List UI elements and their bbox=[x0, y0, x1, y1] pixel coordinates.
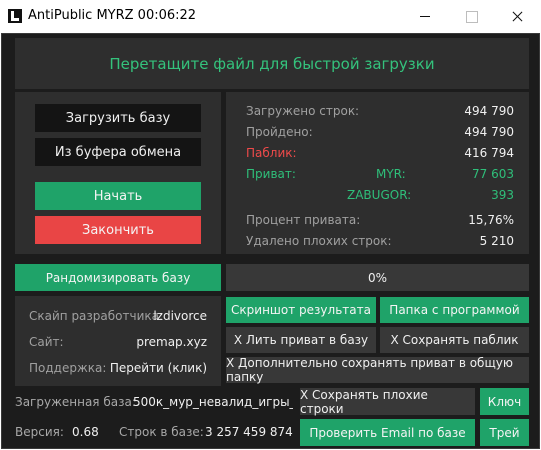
finish-button[interactable]: Закончить bbox=[35, 216, 201, 244]
loaded-base-value: 500к_мур_невалид_игры_30. bbox=[133, 395, 293, 409]
maximize-icon[interactable] bbox=[448, 0, 494, 33]
title-bar: AntiPublic MYRZ 00:06:22 bbox=[0, 0, 541, 33]
key-button[interactable]: Ключ bbox=[480, 388, 529, 415]
bad-removed-label: Удалено плохих строк: bbox=[246, 234, 392, 248]
lines-in-base-value: 3 257 459 874 bbox=[205, 425, 293, 439]
public-value: 416 794 bbox=[464, 146, 514, 160]
dev-skype-label: Скайп разработчика: bbox=[29, 309, 164, 323]
save-private-common-toggle[interactable]: X Дополнительно сохранять приват в общую… bbox=[226, 356, 529, 384]
loaded-lines-label: Загружено строк: bbox=[246, 104, 360, 118]
dev-skype-value[interactable]: lzdivorce bbox=[153, 309, 207, 323]
check-email-button[interactable]: Проверить Email по базе bbox=[300, 419, 475, 446]
program-folder-button[interactable]: Папка с программой bbox=[380, 297, 529, 323]
window-title: AntiPublic MYRZ 00:06:22 bbox=[28, 8, 197, 23]
save-public-toggle[interactable]: X Сохранять паблик bbox=[380, 327, 529, 353]
zabugor-label: ZABUGOR: bbox=[347, 188, 412, 202]
myr-label: MYR: bbox=[376, 167, 406, 181]
loaded-lines-value: 494 790 bbox=[464, 104, 514, 118]
passed-value: 494 790 bbox=[464, 125, 514, 139]
myr-value: 77 603 bbox=[472, 167, 514, 181]
pour-private-toggle[interactable]: X Лить приват в базу bbox=[226, 327, 376, 353]
start-button[interactable]: Начать bbox=[35, 182, 201, 210]
version-value: 0.68 bbox=[72, 425, 99, 439]
app-icon bbox=[8, 9, 22, 23]
loaded-base-label: Загруженная база: bbox=[15, 395, 136, 409]
control-panel: Загрузить базу Из буфера обмена Начать З… bbox=[15, 92, 221, 254]
private-label: Приват: bbox=[246, 167, 296, 181]
lines-in-base-label: Строк в базе: bbox=[119, 425, 204, 439]
screenshot-button[interactable]: Скриншот результата bbox=[226, 297, 376, 323]
minimize-icon[interactable] bbox=[402, 0, 448, 33]
bad-removed-value: 5 210 bbox=[479, 234, 514, 248]
site-label: Сайт: bbox=[29, 335, 64, 349]
passed-label: Пройдено: bbox=[246, 125, 313, 139]
main-window: Перетащите файл для быстрой загрузки Заг… bbox=[1, 33, 540, 449]
close-icon[interactable] bbox=[494, 0, 540, 33]
info-panel: Скайп разработчика: lzdivorce Сайт: prem… bbox=[15, 296, 221, 386]
drop-zone[interactable]: Перетащите файл для быстрой загрузки bbox=[15, 38, 529, 89]
load-base-button[interactable]: Загрузить базу bbox=[35, 104, 201, 132]
stats-panel: Загружено строк: 494 790 Пройдено: 494 7… bbox=[226, 92, 529, 254]
support-label: Поддержка: bbox=[29, 361, 107, 375]
progress-bar: 0% bbox=[226, 264, 529, 291]
randomize-button[interactable]: Рандомизировать базу bbox=[15, 264, 221, 291]
save-bad-lines-toggle[interactable]: X Сохранять плохие строки bbox=[300, 388, 475, 416]
private-percent-label: Процент привата: bbox=[246, 213, 361, 227]
site-link[interactable]: premap.xyz bbox=[136, 335, 207, 349]
from-clipboard-button[interactable]: Из буфера обмена bbox=[35, 138, 201, 166]
support-link[interactable]: Перейти (клик) bbox=[110, 361, 207, 375]
version-label: Версия: bbox=[15, 425, 64, 439]
private-percent-value: 15,76% bbox=[468, 213, 514, 227]
zabugor-value: 393 bbox=[491, 188, 514, 202]
public-label: Паблик: bbox=[246, 146, 297, 160]
tray-button[interactable]: Трей bbox=[480, 419, 529, 446]
